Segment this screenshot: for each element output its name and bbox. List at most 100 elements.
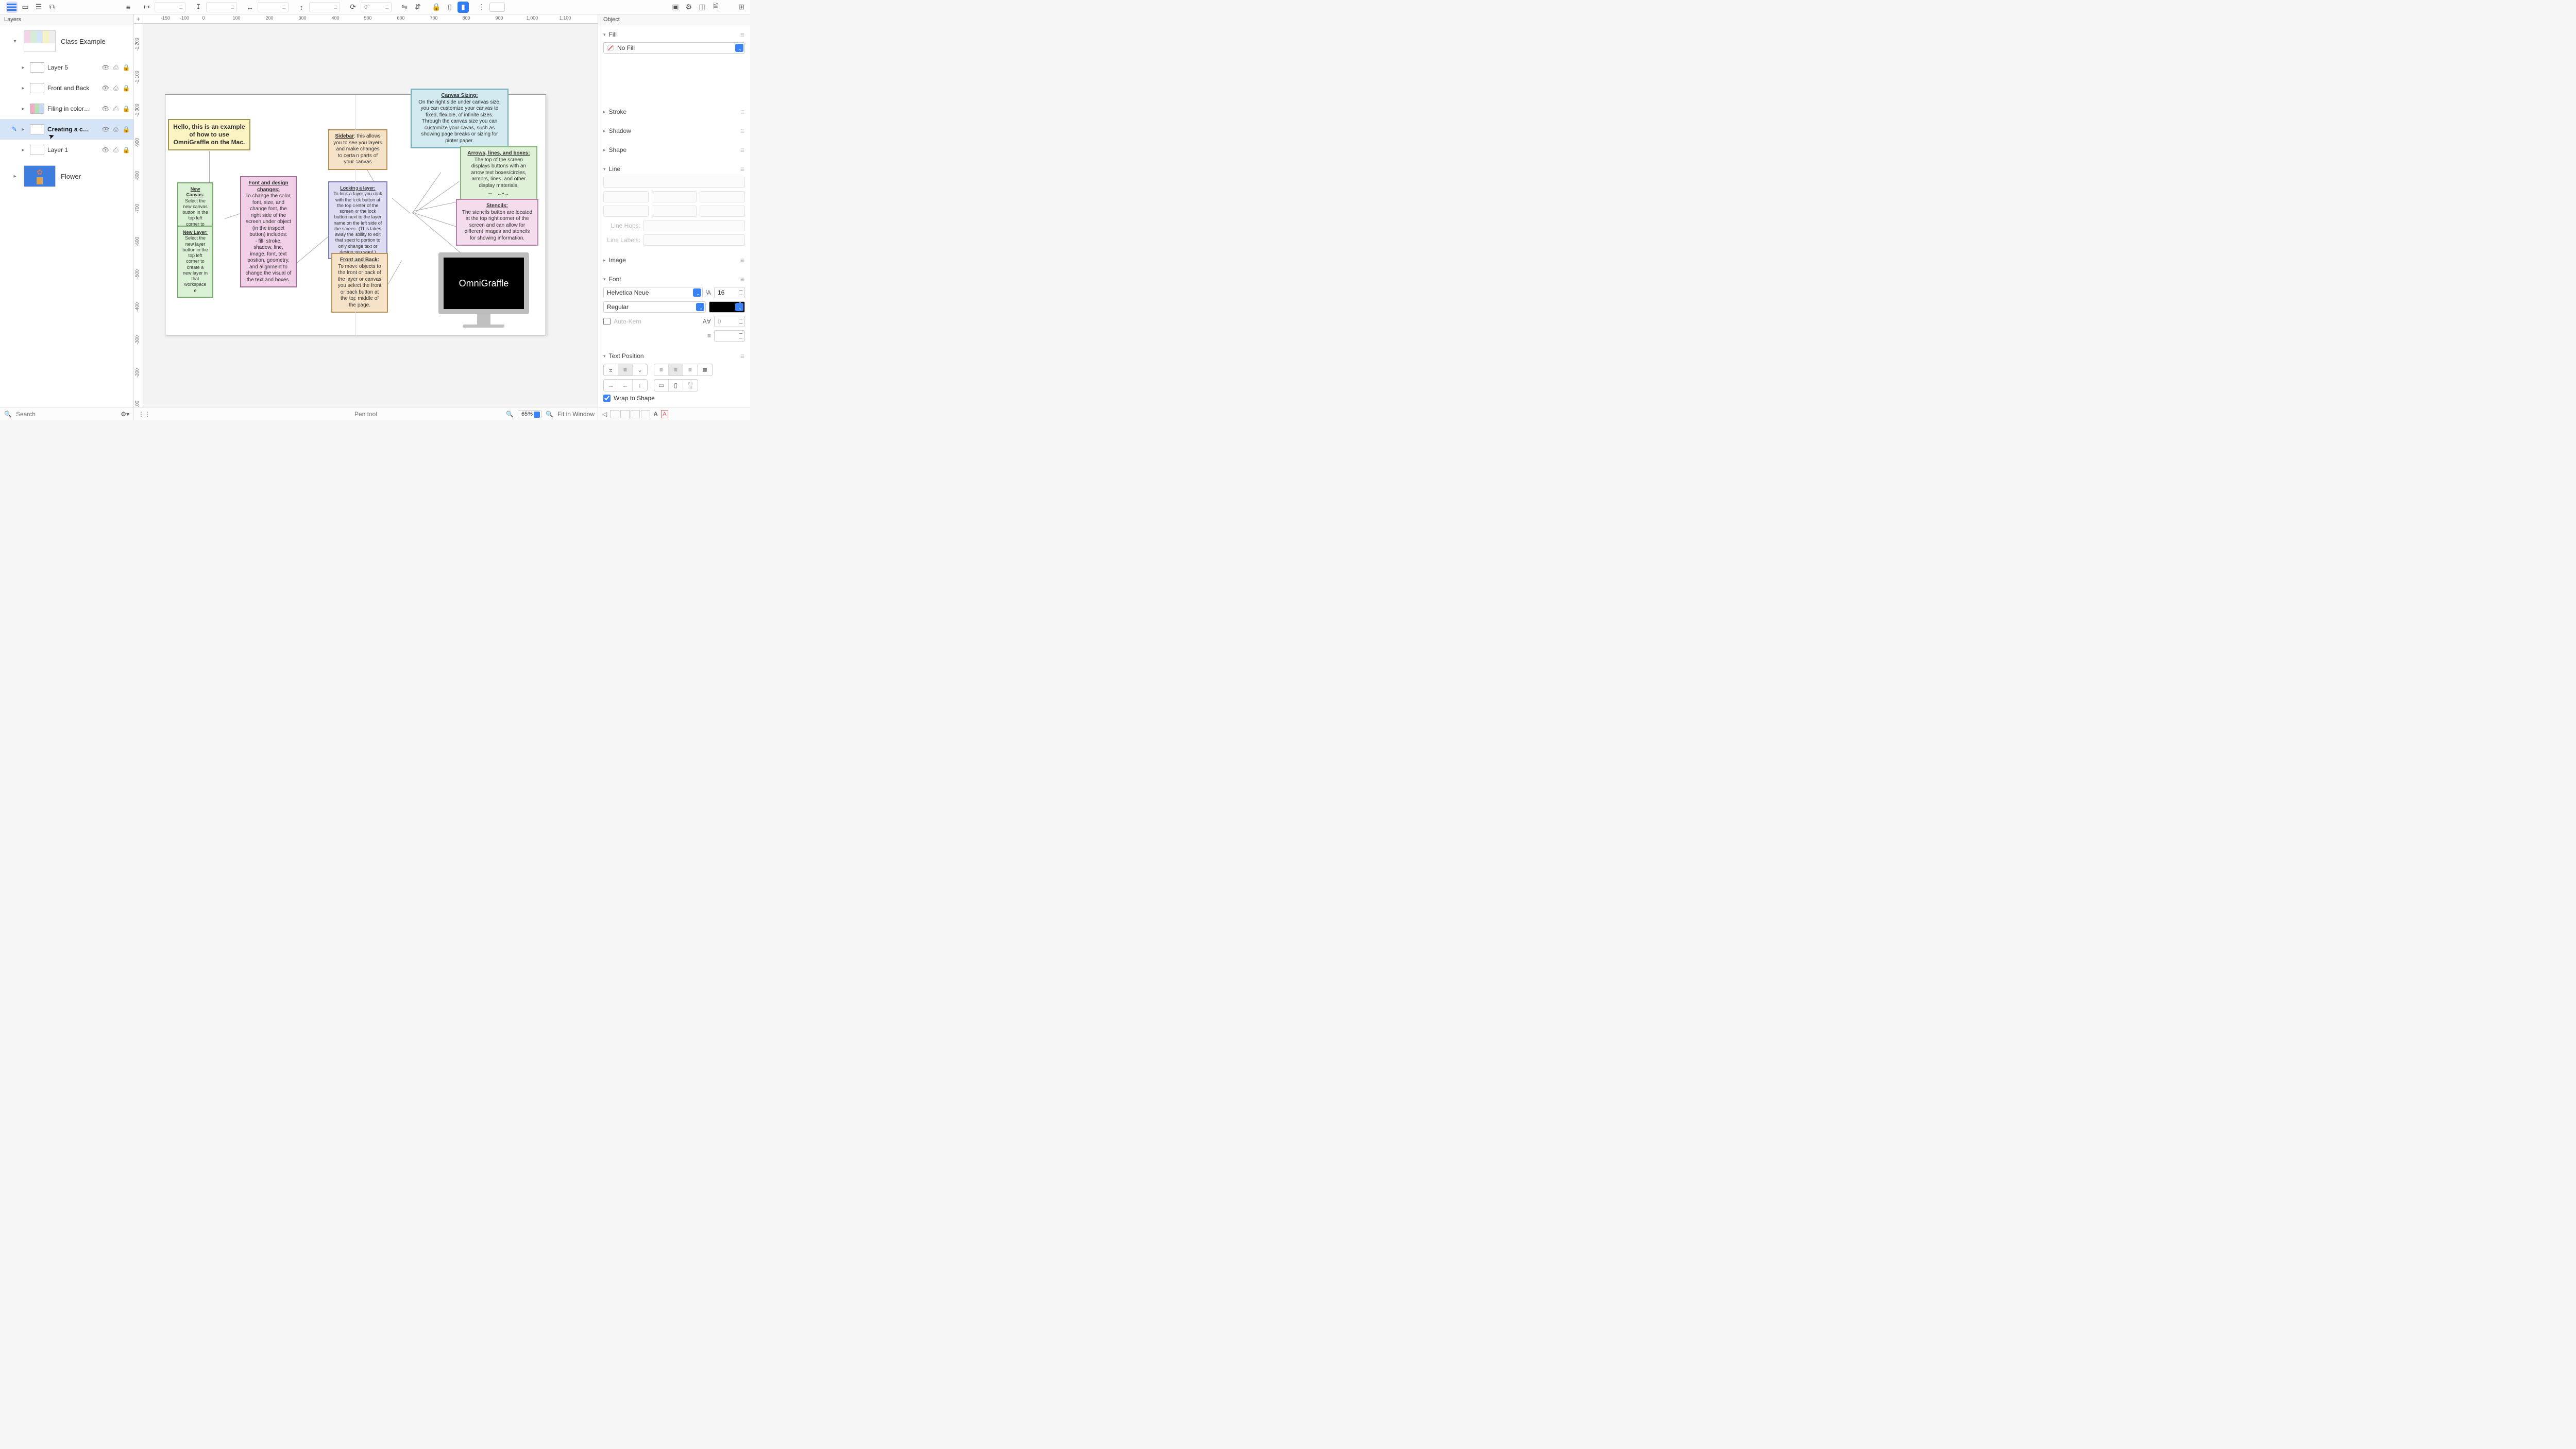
- ruler-origin[interactable]: +: [134, 14, 143, 24]
- lock-icon[interactable]: 🔒: [122, 64, 130, 72]
- new-canvas-icon[interactable]: ▭: [20, 2, 31, 13]
- font-weight-dropdown[interactable]: Regular: [603, 301, 706, 313]
- style-swatches[interactable]: [610, 410, 650, 418]
- height-field[interactable]: [309, 2, 340, 12]
- visibility-icon[interactable]: 👁: [101, 64, 110, 72]
- chevron-right-icon[interactable]: ▸: [20, 147, 27, 153]
- zoom-in-icon[interactable]: 🔍: [546, 411, 553, 418]
- layer-row-5[interactable]: ▸ Layer 5 👁 ⎙ 🔒: [0, 57, 133, 78]
- node-stencils[interactable]: Stencils:The stencils button are located…: [456, 199, 538, 246]
- panel-toggle-icon[interactable]: ⋮⋮: [134, 411, 155, 418]
- anchor-y-icon[interactable]: ↧: [193, 2, 204, 13]
- rotation-field[interactable]: 0°: [361, 2, 392, 12]
- layer-row-creating[interactable]: ✎ ▸ Creating a c… 👁⎙🔒: [0, 119, 133, 140]
- line-type-field[interactable]: [603, 177, 745, 188]
- lock-icon[interactable]: 🔒: [122, 84, 130, 92]
- visibility-icon[interactable]: 👁: [101, 105, 110, 113]
- section-label[interactable]: Line: [609, 165, 737, 173]
- zoom-field[interactable]: 65%: [518, 410, 541, 418]
- section-stroke[interactable]: Stroke: [609, 108, 737, 115]
- text-wrap-seg[interactable]: ▭▯░: [654, 379, 698, 391]
- lock-icon[interactable]: 🔒: [122, 105, 130, 113]
- y-field[interactable]: [206, 2, 237, 12]
- width-icon[interactable]: ↔: [244, 2, 256, 13]
- wrap-2-icon[interactable]: ▯: [669, 380, 683, 391]
- line-hops-field[interactable]: [643, 220, 745, 231]
- section-label[interactable]: Text Position: [609, 352, 737, 360]
- x-field[interactable]: [155, 2, 185, 12]
- chevron-right-icon[interactable]: ▸: [11, 174, 19, 179]
- chevron-down-icon[interactable]: ▾: [11, 39, 19, 44]
- print-icon[interactable]: ⎙: [112, 126, 120, 133]
- section-shadow[interactable]: Shadow: [609, 127, 737, 134]
- line-end-field[interactable]: [700, 191, 745, 202]
- line-corner-field[interactable]: [603, 206, 649, 217]
- print-icon[interactable]: ⎙: [112, 64, 120, 72]
- canvas-row-flower[interactable]: ▸ Flower: [0, 160, 133, 192]
- node-arrows[interactable]: Arrows, lines, and boxes:The top of the …: [460, 146, 537, 202]
- search-input[interactable]: [16, 411, 116, 418]
- more-icon[interactable]: ≡: [740, 352, 745, 360]
- font-color-chip[interactable]: [709, 301, 745, 313]
- export-icon[interactable]: ⧉: [46, 2, 58, 13]
- dir-ttb-icon[interactable]: ↓: [633, 380, 647, 391]
- chevron-right-icon[interactable]: ▸: [20, 127, 27, 132]
- canvas-area[interactable]: + -150 -100 0 100 200 300 400 500 600 70…: [134, 14, 598, 407]
- halign-right-icon[interactable]: ≡: [683, 364, 698, 376]
- width-field[interactable]: [258, 2, 289, 12]
- chevron-right-icon[interactable]: ▸: [20, 86, 27, 91]
- group-icon[interactable]: ▯: [444, 2, 455, 13]
- wrap-to-shape-checkbox[interactable]: Wrap to Shape: [603, 395, 655, 402]
- layer-row-1[interactable]: ▸ Layer 1 👁⎙🔒: [0, 140, 133, 160]
- horizontal-align-seg[interactable]: ≡≡≡≣: [654, 364, 713, 376]
- ungroup-icon[interactable]: ▮: [457, 2, 469, 13]
- section-label[interactable]: Font: [609, 276, 737, 283]
- more-icon[interactable]: ≡: [740, 275, 745, 283]
- layer-row-frontback[interactable]: ▸ Front and Back 👁⎙🔒: [0, 78, 133, 98]
- lock-icon[interactable]: 🔒: [122, 126, 130, 133]
- lock-icon[interactable]: 🔒: [122, 146, 130, 154]
- height-icon[interactable]: ↕: [296, 2, 307, 13]
- node-new-layer[interactable]: New Layer:Select the new layer button in…: [177, 226, 213, 298]
- wrap-3-icon[interactable]: ░: [683, 380, 698, 391]
- more-icon[interactable]: ≡: [740, 30, 745, 39]
- line-start-field[interactable]: [603, 191, 649, 202]
- more-icon[interactable]: ≡: [740, 256, 745, 264]
- monitor-graphic[interactable]: OmniGraffle: [438, 252, 529, 328]
- layer-row-filing[interactable]: ▸ Filing in color… 👁⎙🔒: [0, 98, 133, 119]
- line-curve-field[interactable]: [652, 206, 697, 217]
- text-direction-seg[interactable]: →←↓: [603, 379, 648, 391]
- section-label[interactable]: Fill: [609, 31, 737, 38]
- print-icon[interactable]: ⎙: [112, 84, 120, 92]
- wrap-1-icon[interactable]: ▭: [654, 380, 669, 391]
- visibility-icon[interactable]: 👁: [101, 84, 110, 92]
- visibility-icon[interactable]: 👁: [101, 126, 110, 133]
- node-canvas-sizing[interactable]: Canvas Sizing:On the right side under ca…: [411, 89, 509, 148]
- kern-field[interactable]: 0: [714, 316, 745, 327]
- line-radius-field[interactable]: [700, 206, 745, 217]
- document-panel-icon[interactable]: 🗎: [710, 2, 721, 13]
- zoom-out-icon[interactable]: 🔍: [506, 411, 514, 418]
- settings-icon[interactable]: ⚙: [683, 2, 694, 13]
- align-left-icon[interactable]: ≡: [123, 2, 134, 13]
- font-size-field[interactable]: 16: [714, 287, 745, 298]
- canvas-row-class-example[interactable]: ▾ Class Example: [0, 25, 133, 57]
- line-height-field[interactable]: [714, 330, 745, 342]
- inspect-object-icon[interactable]: ▣: [670, 2, 681, 13]
- node-sidebar[interactable]: Sidebar: this allows you to see you laye…: [328, 129, 387, 170]
- rotate-icon[interactable]: ⟳: [347, 2, 359, 13]
- vertical-align-seg[interactable]: ⌅≡⌄: [603, 364, 648, 376]
- dir-ltr-icon[interactable]: →: [604, 380, 618, 391]
- anchor-x-icon[interactable]: ↦: [141, 2, 152, 13]
- node-font-design[interactable]: Font and design changes:To change the co…: [240, 176, 297, 287]
- valign-bottom-icon[interactable]: ⌄: [633, 364, 647, 376]
- halign-center-icon[interactable]: ≡: [669, 364, 683, 376]
- section-shape[interactable]: Shape: [609, 146, 737, 154]
- gear-icon[interactable]: ⚙▾: [121, 411, 129, 418]
- node-hello[interactable]: Hello, this is an example of how to use …: [168, 119, 250, 150]
- lock-icon[interactable]: 🔒: [431, 2, 442, 13]
- line-labels-field[interactable]: [643, 234, 745, 246]
- more-icon[interactable]: ≡: [740, 127, 745, 135]
- section-image[interactable]: Image: [609, 257, 737, 264]
- valign-top-icon[interactable]: ⌅: [604, 364, 618, 376]
